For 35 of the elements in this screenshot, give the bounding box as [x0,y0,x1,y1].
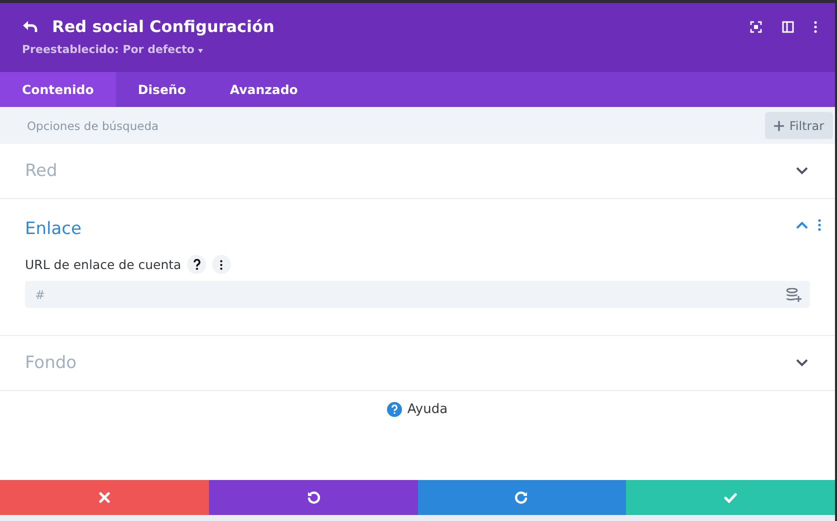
chevron-down-icon [796,167,808,175]
close-icon [98,492,110,503]
split-panel-icon [782,21,794,33]
more-options-icon [220,260,223,270]
search-field[interactable]: Opciones de búsqueda [25,118,325,134]
caret-icon [198,49,204,53]
database-plus-icon [786,288,802,302]
help-link[interactable]: Ayuda [387,400,448,418]
more-options-button[interactable] [814,21,817,33]
help-button[interactable] [187,255,206,274]
chevron-up-icon [796,221,808,229]
back-button[interactable] [22,20,38,33]
checkmark-icon [724,492,738,502]
url-input-field[interactable]: # [25,281,810,308]
help-icon [387,402,402,416]
question-mark-icon [192,259,201,270]
focus-frame-icon [750,21,762,33]
chevron-down-icon [796,359,808,367]
back-arrow-icon [22,20,38,33]
redo-icon [515,491,528,504]
preset-dropdown[interactable]: Preestablecido: Por defecto [22,43,750,56]
field-label: URL de enlace de cuenta [25,257,182,272]
more-options-icon [818,219,821,231]
panel-title: Red social Configuración [52,17,274,36]
sidebar-toggle-button[interactable] [782,21,794,33]
fullscreen-button[interactable] [750,21,762,33]
settings-tab[interactable]: Avanzado [208,72,320,107]
settings-tab[interactable]: Contenido [0,72,116,107]
undo-icon [306,491,320,504]
filter-button[interactable]: Filtrar [765,112,833,139]
plus-icon [774,120,784,130]
settings-tab[interactable]: Diseño [116,72,208,107]
section-title[interactable]: Enlace [25,219,82,239]
field-options-button[interactable] [212,255,232,274]
more-options-icon [814,21,817,33]
